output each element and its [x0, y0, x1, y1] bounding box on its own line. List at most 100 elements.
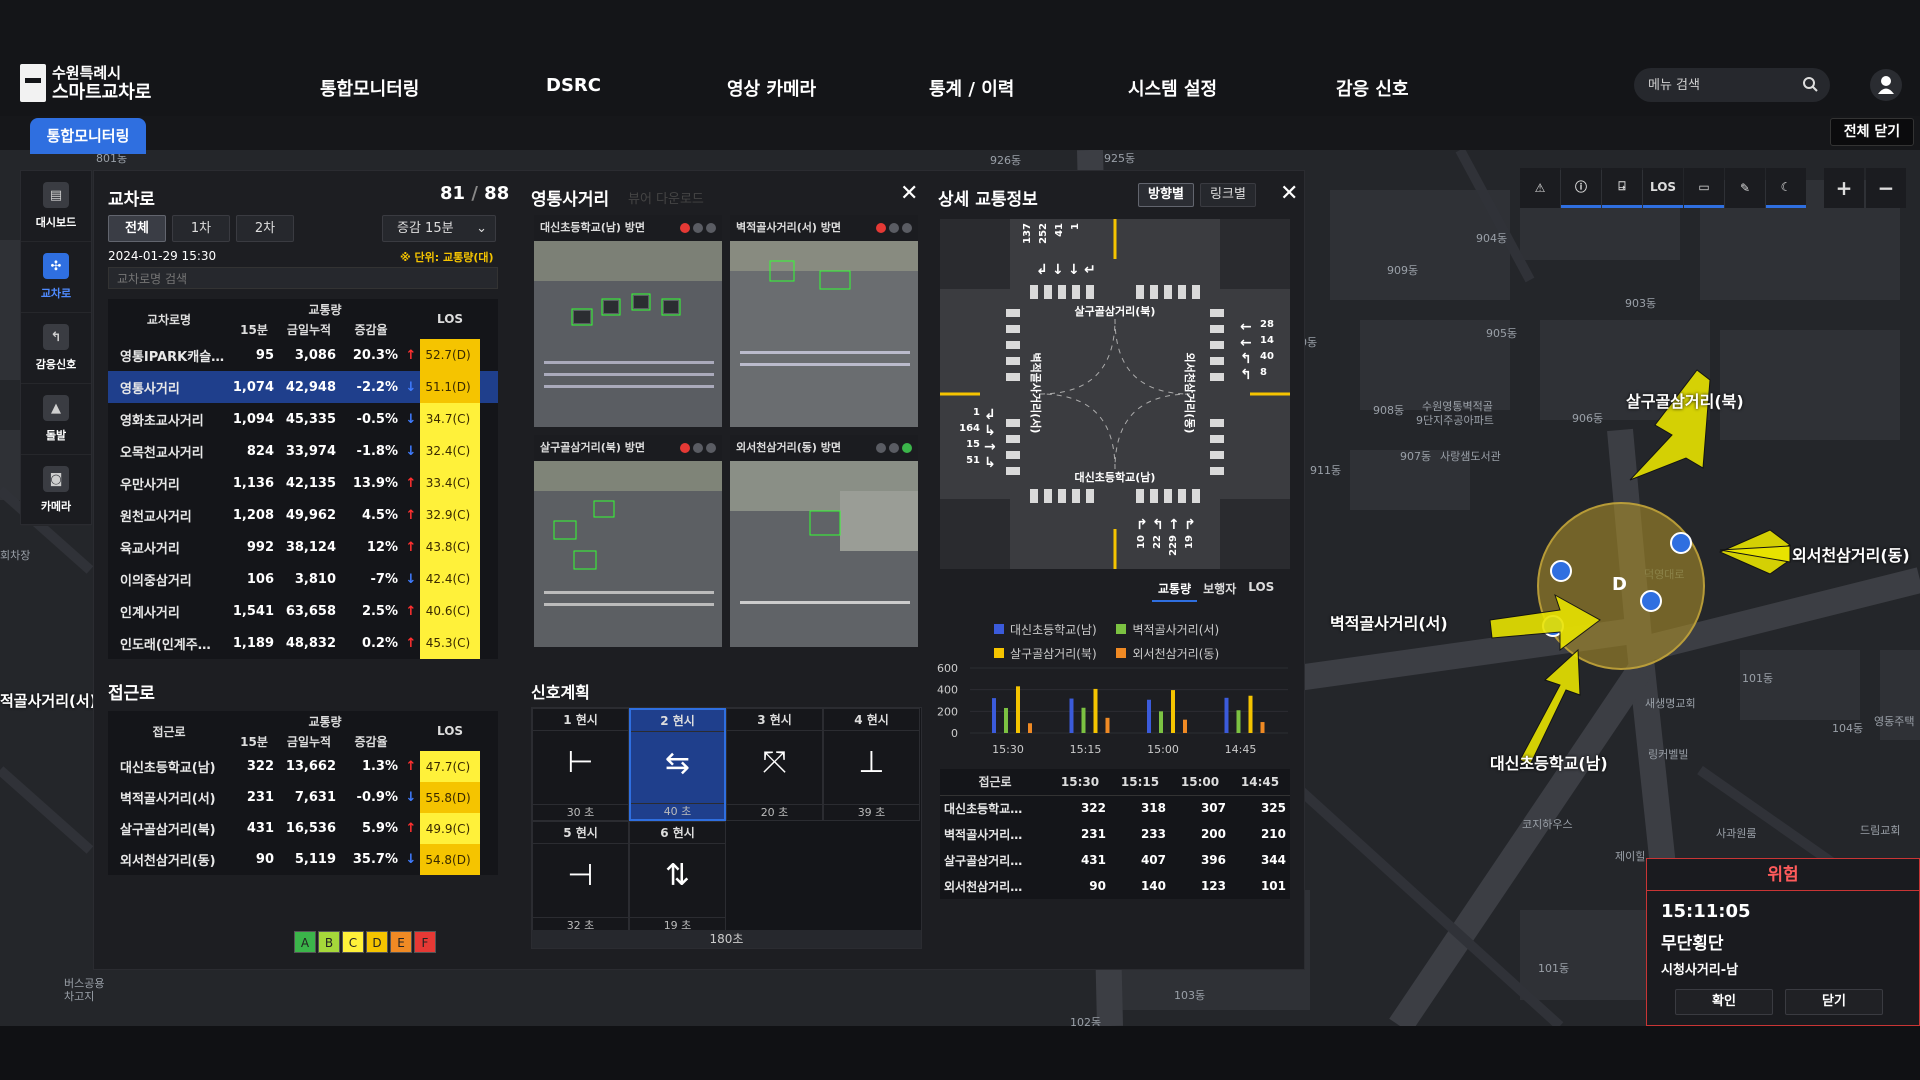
row-value: 431 — [1080, 853, 1106, 867]
sidenav-dashboard[interactable]: ▤ 대시보드 — [21, 171, 91, 242]
sidenav-actuated[interactable]: ↰ 감응신호 — [21, 313, 91, 384]
count-north-0: 137 — [1022, 223, 1033, 244]
camera-west[interactable]: 벽적골사거리(서) 방면 — [730, 215, 918, 427]
nav-camera[interactable]: 영상 카메라 — [727, 75, 816, 101]
table-row[interactable]: 인계사거리 1,541 63,658 2.5% ↑ 40.6(C) — [108, 595, 498, 627]
nav-stats[interactable]: 통계 / 이력 — [929, 75, 1014, 101]
filter-phase1[interactable]: 1차 — [172, 215, 230, 242]
export-icon[interactable]: ⍈ — [1602, 168, 1642, 208]
alert-close-button[interactable]: 닫기 — [1785, 989, 1883, 1015]
svg-text:↓: ↓ — [1052, 262, 1064, 278]
nav-settings[interactable]: 시스템 설정 — [1128, 75, 1217, 101]
table-row[interactable]: 영통IPARK캐슬… 95 3,086 20.3% ↑ 52.7(D) — [108, 339, 498, 371]
camera-label: 살구골삼거리(북) 방면 — [540, 441, 645, 454]
sidenav-camera[interactable]: ◙ 카메라 — [21, 455, 91, 526]
signal-phase-1[interactable]: 1 현시 ⊢ 30 초 — [532, 708, 629, 821]
row-cumulative: 16,536 — [285, 821, 336, 836]
signal-phase-3[interactable]: 3 현시 ⤧ 20 초 — [726, 708, 823, 821]
signal-phase-6[interactable]: 6 현시 ⇅ 19 초 — [629, 821, 726, 934]
signal-phase-5[interactable]: 5 현시 ⊣ 32 초 — [532, 821, 629, 934]
sidenav-intersection[interactable]: ✣ 교차로 — [21, 242, 91, 313]
info-icon[interactable]: ⓘ — [1561, 168, 1601, 208]
viewer-download-link[interactable]: 뷰어 다운로드 — [628, 188, 704, 207]
row-value: 344 — [1260, 853, 1286, 867]
row-cumulative: 3,810 — [294, 571, 336, 587]
filter-phase2[interactable]: 2차 — [236, 215, 294, 242]
signal-phase-4[interactable]: 4 현시 ⊥ 39 초 — [823, 708, 920, 821]
intersection-search-input[interactable] — [109, 269, 489, 289]
table-row[interactable]: 살구골삼거리… 431 407 396 344 — [940, 847, 1290, 873]
row-name: 대신초등학교(남) — [120, 761, 216, 776]
tab-pedestrian[interactable]: 보행자 — [1197, 577, 1242, 602]
table-row[interactable]: 외서천삼거리(동) 90 5,119 35.7% ↓ 54.8(D) — [108, 844, 498, 875]
row-15m: 231 — [246, 790, 274, 805]
nav-actuated-signal[interactable]: 감응 신호 — [1336, 75, 1409, 101]
svg-text:↰: ↰ — [1240, 367, 1252, 383]
search-icon[interactable] — [1802, 76, 1818, 92]
place-label: 새생명교회 — [1645, 697, 1696, 710]
camera-east[interactable]: 외서천삼거리(동) 방면 — [730, 435, 918, 647]
warning-icon[interactable]: ⚠ — [1520, 168, 1560, 208]
table-row[interactable]: 우만사거리 1,136 42,135 13.9% ↑ 33.4(C) — [108, 467, 498, 499]
nav-dsrc[interactable]: DSRC — [546, 75, 601, 96]
svg-text:↓: ↓ — [1068, 262, 1080, 278]
row-change: 35.7% — [352, 852, 398, 867]
table-row[interactable]: 영화초교사거리 1,094 45,335 -0.5% ↓ 34.7(C) — [108, 403, 498, 435]
place-label: 909동 — [1387, 264, 1419, 277]
interval-select[interactable]: 증감 15분 ⌄ — [382, 215, 496, 242]
toggle-direction[interactable]: 방향별 — [1138, 183, 1194, 207]
toggle-link[interactable]: 링크별 — [1200, 183, 1256, 207]
los-grade-b: B — [318, 931, 340, 953]
close-icon[interactable]: ✕ — [1280, 181, 1298, 206]
menu-search-input[interactable] — [1648, 77, 1798, 93]
app-logo[interactable]: 수원특례시 스마트교차로 — [20, 64, 151, 102]
phase-2-arrow-icon: ⇆ — [664, 746, 691, 781]
row-value: 101 — [1260, 879, 1286, 893]
approach-label-cut: 적골사거리(서) — [0, 692, 97, 710]
table-row[interactable]: 인도래(인계주… 1,189 48,832 0.2% ↑ 45.3(C) — [108, 627, 498, 659]
chat-icon[interactable]: ▭ — [1684, 168, 1724, 208]
user-profile-button[interactable] — [1870, 69, 1902, 101]
tab-monitoring[interactable]: 통합모니터링 — [30, 118, 146, 154]
zoom-in-button[interactable]: + — [1824, 168, 1864, 208]
col-volume: 교통량 — [308, 302, 342, 317]
moon-icon[interactable]: ☾ — [1766, 168, 1806, 208]
table-row[interactable]: 영통사거리 1,074 42,948 -2.2% ↓ 51.1(D) — [108, 371, 498, 403]
table-row[interactable]: 육교사거리 992 38,124 12% ↑ 43.8(C) — [108, 531, 498, 563]
detail-col-header: 15:30 — [1060, 774, 1100, 789]
place-label: 911동 — [1310, 464, 1342, 477]
bar — [1069, 698, 1074, 733]
close-all-tabs-button[interactable]: 전체 닫기 — [1830, 118, 1914, 146]
signal-phase-2[interactable]: 2 현시 ⇆ 40 초 — [629, 708, 726, 821]
place-label: 링커벨빌 — [1648, 748, 1689, 761]
row-value: 322 — [1080, 801, 1106, 816]
zoom-out-button[interactable]: − — [1866, 168, 1906, 208]
close-icon[interactable]: ✕ — [900, 181, 918, 206]
tab-los[interactable]: LOS — [1242, 577, 1280, 602]
unit-note: ※ 단위: 교통량(대) — [400, 251, 494, 264]
table-row[interactable]: 오목천교사거리 824 33,974 -1.8% ↓ 32.4(C) — [108, 435, 498, 467]
table-row[interactable]: 벽적골사거리… 231 233 200 210 — [940, 821, 1290, 847]
pencil-icon[interactable]: ✎ — [1725, 168, 1765, 208]
sidenav-incident[interactable]: ▲ 돌발 — [21, 384, 91, 455]
signal-plan-title: 신호계획 — [531, 683, 590, 702]
table-row[interactable]: 대신초등학교… 322 318 307 325 — [940, 795, 1290, 821]
tab-volume[interactable]: 교통량 — [1152, 577, 1198, 602]
los-toggle-button[interactable]: LOS — [1643, 168, 1683, 208]
row-cumulative: 42,135 — [285, 475, 336, 491]
table-row[interactable]: 대신초등학교(남) 322 13,662 1.3% ↑ 47.7(C) — [108, 751, 498, 782]
nav-monitoring[interactable]: 통합모니터링 — [320, 75, 419, 101]
table-row[interactable]: 이의중삼거리 106 3,810 -7% ↓ 42.4(C) — [108, 563, 498, 595]
camera-south[interactable]: 대신초등학교(남) 방면 — [534, 215, 722, 427]
camera-north[interactable]: 살구골삼거리(북) 방면 — [534, 435, 722, 647]
table-row[interactable]: 외서천삼거리… 90 140 123 101 — [940, 873, 1290, 899]
place-label: 드림교회 — [1860, 824, 1901, 837]
table-row[interactable]: 원천교사거리 1,208 49,962 4.5% ↑ 32.9(C) — [108, 499, 498, 531]
alert-confirm-button[interactable]: 확인 — [1675, 989, 1773, 1015]
table-row[interactable]: 벽적골사거리(서) 231 7,631 -0.9% ↓ 55.8(D) — [108, 782, 498, 813]
row-value: 231 — [1080, 827, 1106, 841]
table-row[interactable]: 살구골삼거리(북) 431 16,536 5.9% ↑ 49.9(C) — [108, 813, 498, 844]
row-cumulative: 33,974 — [285, 443, 336, 459]
filter-all[interactable]: 전체 — [108, 215, 166, 242]
row-15m: 992 — [246, 539, 274, 555]
